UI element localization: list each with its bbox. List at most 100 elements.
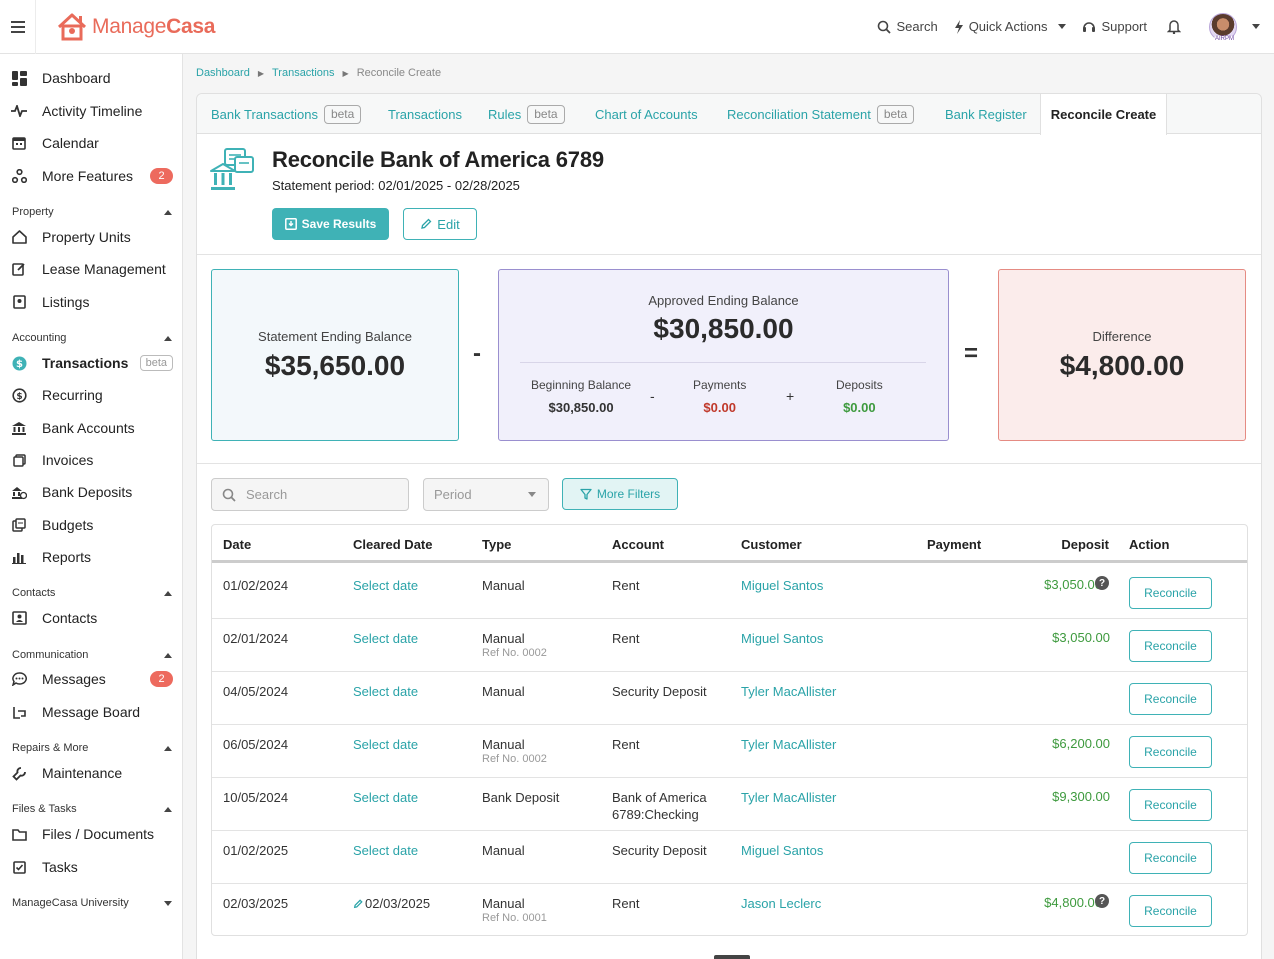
divider bbox=[520, 362, 926, 363]
reconcile-button[interactable]: Reconcile bbox=[1129, 842, 1212, 874]
tab-rules[interactable]: Rules beta bbox=[488, 94, 565, 134]
support-label: Support bbox=[1101, 19, 1147, 34]
save-results-button[interactable]: Save Results bbox=[272, 208, 389, 240]
chat-icon bbox=[11, 671, 27, 687]
sidebar-item-invoices[interactable]: Invoices bbox=[0, 446, 183, 474]
beginning-balance: Beginning Balance $30,850.00 bbox=[531, 378, 631, 415]
select-date-link[interactable]: Select date bbox=[353, 577, 418, 594]
tab-transactions[interactable]: Transactions bbox=[388, 94, 462, 134]
sidebar-item-reports[interactable]: Reports bbox=[0, 543, 183, 571]
reconcile-button[interactable]: Reconcile bbox=[1129, 577, 1212, 609]
section-accounting-toggle[interactable]: Accounting bbox=[12, 332, 172, 344]
sidebar-item-budgets[interactable]: Budgets bbox=[0, 511, 183, 539]
customer-link[interactable]: Tyler MacAllister bbox=[741, 683, 836, 700]
reconcile-button[interactable]: Reconcile bbox=[1129, 683, 1212, 715]
breadcrumb-transactions[interactable]: Transactions bbox=[272, 67, 335, 79]
customer-link[interactable]: Tyler MacAllister bbox=[741, 789, 836, 806]
sidebar-item-listings[interactable]: Listings bbox=[0, 288, 183, 316]
tab-reconciliation-statement[interactable]: Reconciliation Statement beta bbox=[727, 94, 915, 134]
tab-reconcile-create[interactable]: Reconcile Create bbox=[1040, 94, 1167, 135]
reconcile-button[interactable]: Reconcile bbox=[1129, 630, 1212, 662]
column-header-payment[interactable]: Payment bbox=[927, 537, 981, 552]
tab-bank-register[interactable]: Bank Register bbox=[945, 94, 1027, 134]
breadcrumb-dashboard[interactable]: Dashboard bbox=[196, 67, 250, 79]
sidebar-item-message-board[interactable]: Message Board bbox=[0, 698, 183, 726]
more-filters-button[interactable]: More Filters bbox=[562, 478, 678, 510]
type-cell: Manual Ref No. 0002 bbox=[482, 736, 547, 766]
menu-toggle-button[interactable] bbox=[0, 0, 36, 54]
tab-chart-of-accounts[interactable]: Chart of Accounts bbox=[595, 94, 698, 134]
sidebar-item-bank-deposits[interactable]: Bank Deposits bbox=[0, 478, 183, 506]
user-menu[interactable]: AIRPM bbox=[1209, 12, 1260, 42]
select-date-link[interactable]: Select date bbox=[353, 842, 418, 859]
help-icon[interactable]: ? bbox=[1095, 576, 1109, 590]
column-header-customer[interactable]: Customer bbox=[741, 537, 802, 552]
section-property-toggle[interactable]: Property bbox=[12, 206, 172, 218]
tab-bank-transactions[interactable]: Bank Transactions beta bbox=[211, 94, 362, 134]
chevron-right-icon: ▶ bbox=[342, 68, 349, 78]
sidebar-item-recurring[interactable]: $ Recurring bbox=[0, 381, 183, 409]
sidebar-item-lease-management[interactable]: Lease Management bbox=[0, 255, 183, 283]
column-header-cleared-date[interactable]: Cleared Date bbox=[353, 537, 432, 552]
listing-icon bbox=[11, 294, 27, 310]
save-icon bbox=[284, 218, 297, 230]
sidebar-item-files-documents[interactable]: Files / Documents bbox=[0, 820, 183, 848]
section-university-toggle[interactable]: ManageCasa University bbox=[12, 897, 172, 909]
section-label: Contacts bbox=[12, 587, 56, 599]
sidebar-item-activity-timeline[interactable]: Activity Timeline bbox=[0, 97, 183, 125]
sidebar-item-dashboard[interactable]: Dashboard bbox=[0, 64, 183, 92]
checklist-icon bbox=[11, 859, 27, 875]
search-button[interactable]: Search bbox=[877, 19, 938, 34]
sidebar-item-label: Property Units bbox=[42, 229, 131, 245]
breadcrumb: Dashboard ▶ Transactions ▶ Reconcile Cre… bbox=[196, 67, 441, 79]
sidebar-item-messages[interactable]: Messages 2 bbox=[0, 665, 183, 693]
notifications-button[interactable] bbox=[1167, 19, 1181, 34]
reconcile-button[interactable]: Reconcile bbox=[1129, 895, 1212, 927]
app-logo[interactable]: ManageCasa bbox=[56, 12, 215, 42]
select-date-link[interactable]: Select date bbox=[353, 789, 418, 806]
account-cell: Rent bbox=[612, 630, 639, 647]
sidebar-item-label: Recurring bbox=[42, 387, 103, 403]
sidebar-item-contacts[interactable]: Contacts bbox=[0, 604, 183, 632]
column-header-type[interactable]: Type bbox=[482, 537, 511, 552]
scroll-indicator[interactable] bbox=[714, 955, 750, 959]
column-header-account[interactable]: Account bbox=[612, 537, 664, 552]
select-date-link[interactable]: Select date bbox=[353, 683, 418, 700]
customer-link[interactable]: Miguel Santos bbox=[741, 842, 823, 859]
column-header-date[interactable]: Date bbox=[223, 537, 251, 552]
wrench-icon bbox=[11, 765, 27, 781]
sidebar-item-tasks[interactable]: Tasks bbox=[0, 853, 183, 881]
select-date-link[interactable]: Select date bbox=[353, 630, 418, 647]
column-header-deposit[interactable]: Deposit bbox=[1061, 537, 1109, 552]
dashboard-icon bbox=[11, 70, 27, 86]
customer-link[interactable]: Miguel Santos bbox=[741, 577, 823, 594]
sidebar-item-property-units[interactable]: Property Units bbox=[0, 223, 183, 251]
chevron-up-icon bbox=[164, 745, 172, 751]
sidebar-item-calendar[interactable]: Calendar bbox=[0, 129, 183, 157]
sidebar-item-maintenance[interactable]: Maintenance bbox=[0, 759, 183, 787]
sidebar-item-transactions[interactable]: $ Transactions beta bbox=[0, 349, 183, 377]
reconcile-button[interactable]: Reconcile bbox=[1129, 736, 1212, 768]
customer-link[interactable]: Miguel Santos bbox=[741, 630, 823, 647]
edit-button[interactable]: Edit bbox=[403, 208, 477, 240]
sidebar-item-more-features[interactable]: More Features 2 bbox=[0, 162, 183, 190]
sidebar-item-label: More Features bbox=[42, 168, 134, 184]
sidebar-item-bank-accounts[interactable]: Bank Accounts bbox=[0, 414, 183, 442]
more-filters-label: More Filters bbox=[596, 487, 661, 501]
section-contacts-toggle[interactable]: Contacts bbox=[12, 587, 172, 599]
reconcile-button[interactable]: Reconcile bbox=[1129, 789, 1212, 821]
search-input[interactable]: Search bbox=[211, 478, 409, 511]
help-icon[interactable]: ? bbox=[1095, 894, 1109, 908]
features-icon bbox=[11, 168, 27, 184]
customer-link[interactable]: Jason Leclerc bbox=[741, 895, 821, 912]
section-repairs-toggle[interactable]: Repairs & More bbox=[12, 742, 172, 754]
period-select[interactable]: Period bbox=[423, 478, 549, 511]
quick-actions-button[interactable]: Quick Actions bbox=[954, 19, 1067, 34]
customer-link[interactable]: Tyler MacAllister bbox=[741, 736, 836, 753]
select-date-link[interactable]: Select date bbox=[353, 736, 418, 753]
section-files-toggle[interactable]: Files & Tasks bbox=[12, 803, 172, 815]
cleared-date-cell[interactable]: 02/03/2025 bbox=[353, 895, 430, 912]
section-communication-toggle[interactable]: Communication bbox=[12, 649, 172, 661]
support-button[interactable]: Support bbox=[1082, 19, 1147, 34]
tab-label: Bank Transactions bbox=[211, 106, 318, 122]
